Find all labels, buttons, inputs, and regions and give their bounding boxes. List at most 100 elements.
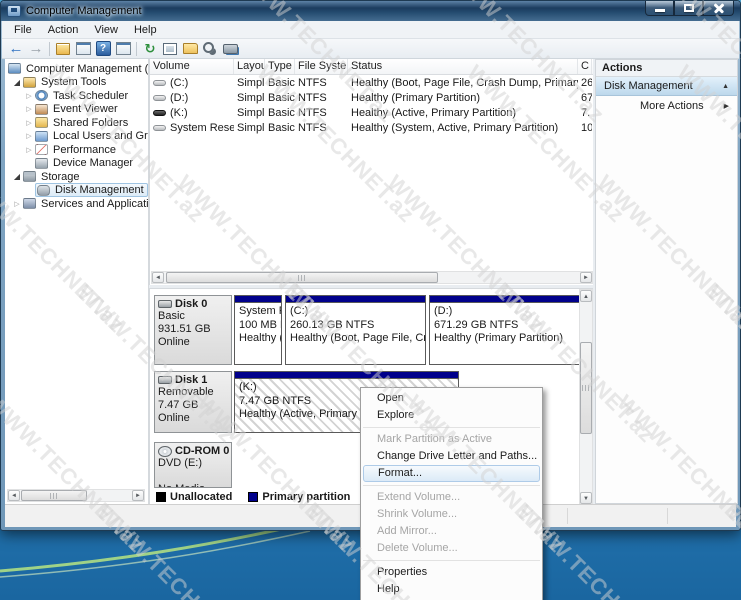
- cell-text: Healthy (Primary Partition): [351, 91, 480, 104]
- manage-computer-icon[interactable]: [220, 40, 240, 58]
- volume-row-c[interactable]: (C:) SimpleBasicNTFS Healthy (Boot, Page F…: [150, 75, 593, 90]
- tree-horizontal-scrollbar[interactable]: ◄ ►: [7, 489, 145, 502]
- tree-item-system-tools[interactable]: ◢ System Tools: [5, 76, 148, 90]
- column-header-c[interactable]: C: [578, 59, 592, 74]
- disk-label-cd-rom-0[interactable]: CD-ROM 0DVD (E:) No Media: [154, 442, 232, 488]
- more-actions-item[interactable]: More Actions ▶: [596, 96, 737, 115]
- menu-view[interactable]: View: [86, 22, 126, 38]
- scrollbar-thumb[interactable]: [21, 490, 87, 501]
- tree-item-local-users-and-groups[interactable]: ▷ Local Users and Groups: [5, 130, 148, 144]
- minimize-button[interactable]: [645, 1, 674, 16]
- cell-text: Simple: [237, 91, 265, 104]
- export-list-icon[interactable]: [53, 40, 73, 58]
- column-header-status[interactable]: Status: [348, 59, 578, 74]
- minimize-icon: [655, 9, 665, 12]
- context-menu-item-change-drive-letter-and-paths[interactable]: Change Drive Letter and Paths...: [361, 448, 542, 465]
- scroll-left-icon[interactable]: ◄: [8, 490, 20, 501]
- context-menu-item-format[interactable]: Format...: [363, 465, 540, 482]
- volume-list-horizontal-scrollbar[interactable]: ◄ ►: [151, 271, 593, 284]
- show-console-tree-icon[interactable]: [73, 40, 93, 58]
- chevron-up-icon[interactable]: ▲: [722, 83, 729, 90]
- disk-label-disk-0[interactable]: Disk 0 Basic 931.51 GB Online: [154, 295, 232, 365]
- toolbar-separator: [49, 41, 50, 56]
- tree-item-task-scheduler[interactable]: ▷ Task Scheduler: [5, 89, 148, 103]
- tree-item-computer-management-root[interactable]: Computer Management (Local: [5, 62, 148, 76]
- column-header-type[interactable]: Type: [265, 59, 295, 74]
- help-icon[interactable]: [93, 40, 113, 58]
- scroll-down-icon[interactable]: ▼: [580, 492, 592, 504]
- scroll-left-icon[interactable]: ◄: [152, 272, 164, 283]
- menu-help[interactable]: Help: [126, 22, 165, 38]
- show-console-window-icon[interactable]: [113, 40, 133, 58]
- scroll-right-icon[interactable]: ►: [132, 490, 144, 501]
- disk-label-disk-1[interactable]: Disk 1 Removable 7.47 GB Online: [154, 371, 232, 433]
- expander-icon[interactable]: ▷: [23, 105, 35, 113]
- back-icon[interactable]: [6, 40, 26, 58]
- legend-item-primary-partition: Primary partition: [248, 491, 350, 503]
- disk-detail: Basic: [158, 310, 185, 322]
- menu-action[interactable]: Action: [40, 22, 87, 38]
- volume-row-system-reserved[interactable]: System ReservedSimpleBasicNTFS Healthy (S…: [150, 120, 593, 135]
- tree-item-event-viewer[interactable]: ▷ Event Viewer: [5, 103, 148, 117]
- partition-text: 671.29 GB NTFS: [434, 318, 519, 331]
- disk-detail: 7.47 GB: [158, 399, 199, 411]
- menu-file[interactable]: File: [6, 22, 40, 38]
- more-actions-label: More Actions: [640, 99, 704, 112]
- context-menu-item-help[interactable]: Help: [361, 581, 542, 598]
- actions-group-disk-management[interactable]: Disk Management ▲: [596, 77, 737, 96]
- context-menu-item-properties[interactable]: Properties: [361, 564, 542, 581]
- storage-icon: [23, 171, 36, 183]
- partition-d[interactable]: (D:) 671.29 GB NTFS Healthy (Primary Parti…: [429, 295, 580, 365]
- context-menu-item-explore[interactable]: Explore: [361, 407, 542, 424]
- expander-icon[interactable]: ▷: [23, 119, 35, 127]
- console-tree[interactable]: Computer Management (Local ◢ System Tools…: [5, 59, 149, 504]
- properties-icon[interactable]: [160, 40, 180, 58]
- cell-text: NTFS: [298, 91, 327, 104]
- open-folder-icon[interactable]: [180, 40, 200, 58]
- context-menu-item-open[interactable]: Open: [361, 390, 542, 407]
- scrollbar-thumb[interactable]: [580, 342, 592, 434]
- volume-list-header: VolumeLayoutTypeFile SystemStatusC: [150, 59, 593, 75]
- scroll-right-icon[interactable]: ►: [580, 272, 592, 283]
- expander-icon[interactable]: ▷: [23, 132, 35, 140]
- actions-pane: Actions Disk Management ▲ More Actions ▶: [595, 59, 738, 504]
- tree-item-disk-management[interactable]: Disk Management: [5, 183, 148, 198]
- column-header-file-system[interactable]: File System: [295, 59, 348, 74]
- volume-row-k[interactable]: (K:) SimpleBasicNTFS Healthy (Active, Prim…: [150, 105, 593, 120]
- expander-icon[interactable]: ▷: [23, 146, 35, 154]
- partition-text: (D:): [434, 305, 453, 317]
- system-tools-icon: [23, 76, 36, 88]
- volume-row-d[interactable]: (D:) SimpleBasicNTFS Healthy (Primary Part…: [150, 90, 593, 105]
- legend-label: Primary partition: [262, 490, 351, 503]
- tree-item-services-and-applications[interactable]: ▷ Services and Applications: [5, 197, 148, 211]
- maximize-button[interactable]: [674, 1, 703, 16]
- tree-item-performance[interactable]: ▷ Performance: [5, 143, 148, 157]
- title-bar[interactable]: Computer Management: [1, 1, 740, 21]
- column-header-volume[interactable]: Volume: [150, 59, 234, 74]
- expander-icon[interactable]: ◢: [11, 78, 23, 87]
- partition-system-re[interactable]: System Re100 MB NTHealthy (S: [234, 295, 282, 365]
- disk-view-vertical-scrollbar[interactable]: ▲ ▼: [579, 289, 593, 504]
- volume-list[interactable]: VolumeLayoutTypeFile SystemStatusC (C:) S…: [149, 59, 593, 285]
- cdrom-icon: [158, 445, 172, 457]
- expander-icon[interactable]: ▷: [11, 200, 23, 208]
- tree-item-shared-folders[interactable]: ▷ Shared Folders: [5, 116, 148, 130]
- disk-name: Disk 0: [175, 298, 208, 310]
- find-icon[interactable]: [200, 40, 220, 58]
- expander-icon[interactable]: ◢: [11, 172, 23, 181]
- column-header-layout[interactable]: Layout: [234, 59, 265, 74]
- tree-item-storage[interactable]: ◢ Storage: [5, 170, 148, 184]
- forward-icon[interactable]: [26, 40, 46, 58]
- cell-text: 26: [581, 76, 592, 89]
- close-button[interactable]: [703, 1, 734, 16]
- tree-item-device-manager[interactable]: Device Manager: [5, 157, 148, 171]
- scroll-up-icon[interactable]: ▲: [580, 290, 592, 302]
- expander-icon[interactable]: ▷: [23, 92, 35, 100]
- partition-c[interactable]: (C:) 260.13 GB NTFS Healthy (Boot, Page Fi…: [285, 295, 426, 365]
- cell-text: Basic: [268, 121, 295, 134]
- local-users-icon: [35, 130, 48, 142]
- scrollbar-thumb[interactable]: [166, 272, 438, 283]
- refresh-icon[interactable]: [140, 40, 160, 58]
- cell-text: NTFS: [298, 106, 327, 119]
- partition-context-menu: Open Explore Mark Partition as Active Chang…: [360, 387, 543, 600]
